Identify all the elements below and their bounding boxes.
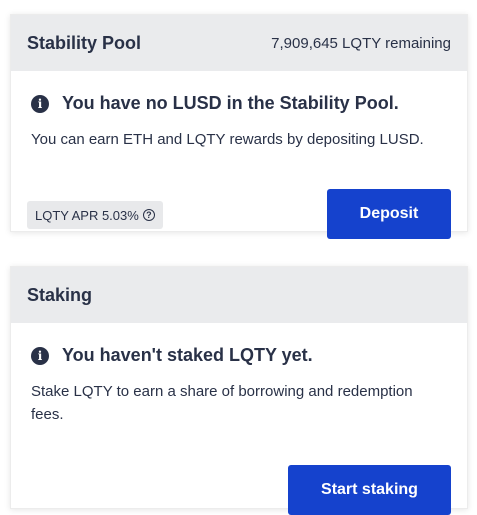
stability-pool-description: You can earn ETH and LQTY rewards by dep…	[31, 131, 424, 148]
staking-notice-title: You haven't staked LQTY yet.	[62, 345, 313, 365]
stability-pool-body: i You have no LUSD in the Stability Pool…	[11, 93, 467, 239]
staking-card: Staking i You haven't staked LQTY yet. S…	[10, 266, 468, 515]
info-icon: i	[31, 94, 49, 113]
stability-pool-header: Stability Pool 7,909,645 LQTY remaining	[11, 15, 467, 71]
info-icon: i	[31, 346, 49, 365]
staking-header: Staking	[11, 267, 467, 323]
deposit-button[interactable]: Deposit	[327, 189, 451, 239]
staking-title: Staking	[27, 284, 93, 305]
staking-description: Stake LQTY to earn a share of borrowing …	[31, 383, 413, 423]
lqty-remaining: 7,909,645 LQTY remaining	[271, 34, 451, 52]
stability-pool-title: Stability Pool	[27, 32, 142, 53]
stability-pool-notice: i You have no LUSD in the Stability Pool…	[31, 93, 447, 114]
stability-pool-card: Stability Pool 7,909,645 LQTY remaining …	[10, 14, 468, 239]
staking-body: i You haven't staked LQTY yet. Stake LQT…	[11, 345, 467, 515]
lqty-apr-label: LQTY APR 5.03%	[35, 207, 139, 223]
help-icon[interactable]: ?	[142, 209, 155, 221]
lqty-apr-badge: LQTY APR 5.03% ?	[27, 201, 163, 229]
staking-notice: i You haven't staked LQTY yet.	[31, 345, 447, 366]
stability-pool-notice-title: You have no LUSD in the Stability Pool.	[62, 93, 399, 113]
start-staking-button[interactable]: Start staking	[288, 465, 451, 515]
